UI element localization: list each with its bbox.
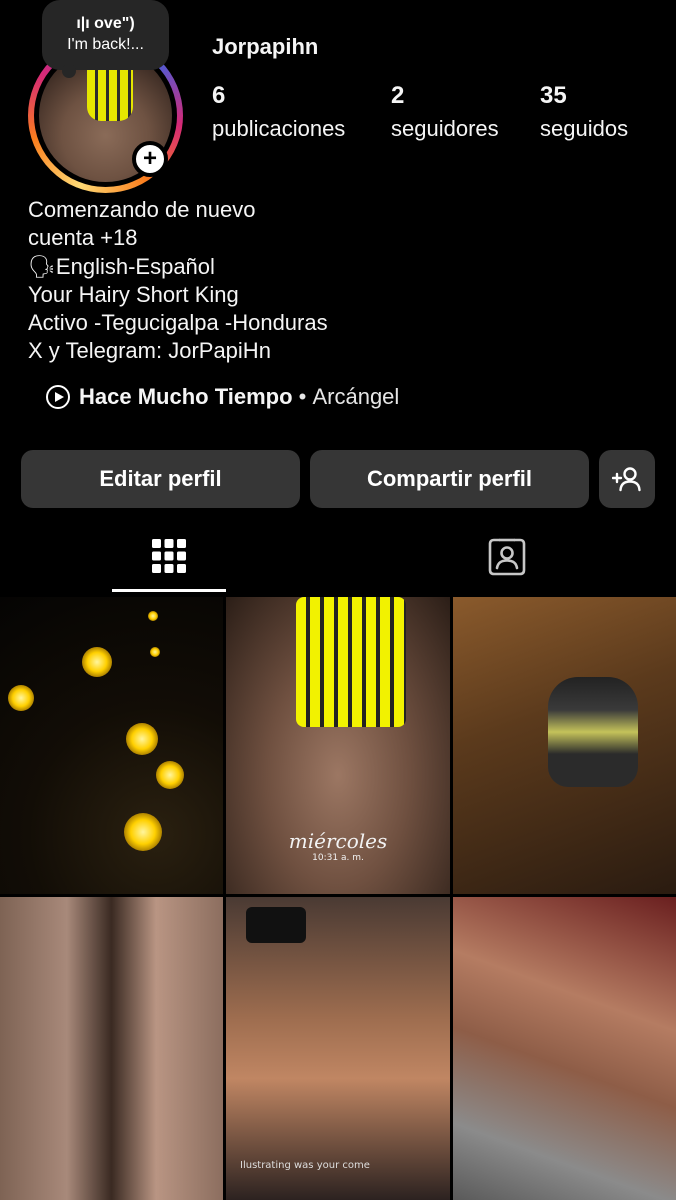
light-bulb — [150, 647, 160, 657]
stat-followers-label: seguidores — [391, 116, 499, 141]
music-artist: Arcángel — [312, 384, 400, 409]
pup-hood — [548, 677, 638, 787]
bio-line: X y Telegram: JorPapiHn — [28, 338, 271, 364]
note-text: I'm back!... — [67, 36, 144, 53]
tab-grid[interactable] — [112, 520, 226, 592]
bio-line: cuenta +18 — [28, 225, 138, 251]
post-thumbnail[interactable]: Ilustrating was your come — [226, 897, 450, 1200]
tagged-person-icon — [488, 538, 526, 576]
light-bulb — [124, 813, 162, 851]
stat-following[interactable]: 35 seguidos — [540, 82, 628, 142]
stat-posts-count: 6 — [212, 82, 226, 109]
active-tab-indicator — [112, 589, 226, 592]
profile-note[interactable]: ı|ı ove") I'm back!... — [42, 0, 169, 70]
avatar-pixel-mask — [87, 65, 133, 121]
bio-line: Activo -Tegucigalpa -Honduras — [28, 310, 328, 336]
stat-followers-count: 2 — [391, 82, 405, 109]
plus-icon: + — [142, 145, 157, 172]
play-circle-icon — [46, 385, 70, 409]
stat-following-count: 35 — [540, 82, 567, 109]
note-music: ı|ı ove") — [76, 15, 135, 33]
post-footer: Ilustrating was your come — [240, 1160, 370, 1171]
grid-icon — [152, 539, 186, 573]
username: Jorpapihn — [212, 34, 319, 59]
stat-posts[interactable]: 6 publicaciones — [212, 82, 345, 142]
post-thumbnail[interactable]: miércoles 10:31 a. m. — [226, 597, 450, 894]
light-bulb — [156, 761, 184, 789]
person-add-icon — [612, 467, 641, 492]
stat-followers[interactable]: 2 seguidores — [391, 82, 499, 142]
add-person-button[interactable] — [599, 450, 655, 508]
music-separator: • — [292, 384, 313, 409]
post-thumbnail[interactable] — [453, 597, 676, 894]
bio: Comenzando de nuevo cuenta +18 🗣English-… — [28, 196, 328, 366]
bio-line: Comenzando de nuevo — [28, 197, 256, 222]
music-song: Hace Mucho Tiempo — [79, 384, 293, 409]
add-story-button[interactable]: + — [132, 141, 168, 177]
light-bulb — [126, 723, 158, 755]
share-profile-button[interactable]: Compartir perfil — [310, 450, 589, 508]
bio-line: Your Hairy Short King — [28, 281, 239, 307]
bio-line: 🗣English-Español — [28, 253, 215, 279]
pixel-mask — [296, 597, 406, 727]
post-subcaption: 10:31 a. m. — [312, 853, 364, 863]
post-thumbnail[interactable] — [0, 897, 223, 1200]
profile-screen: + ı|ı ove") I'm back!... Jorpapihn 6 pub… — [0, 0, 676, 1200]
light-bulb — [82, 647, 112, 677]
light-bulb — [8, 685, 34, 711]
post-caption: miércoles — [288, 829, 388, 853]
edit-profile-button[interactable]: Editar perfil — [21, 450, 300, 508]
stat-following-label: seguidos — [540, 116, 629, 141]
light-bulb — [148, 611, 158, 621]
stat-posts-label: publicaciones — [212, 116, 346, 141]
post-thumbnail[interactable] — [0, 597, 223, 894]
profile-music[interactable]: Hace Mucho Tiempo • Arcángel — [46, 384, 399, 410]
tab-tagged[interactable] — [450, 520, 564, 592]
note-tail — [62, 64, 76, 78]
face-cover — [246, 907, 306, 943]
post-thumbnail[interactable] — [453, 897, 676, 1200]
